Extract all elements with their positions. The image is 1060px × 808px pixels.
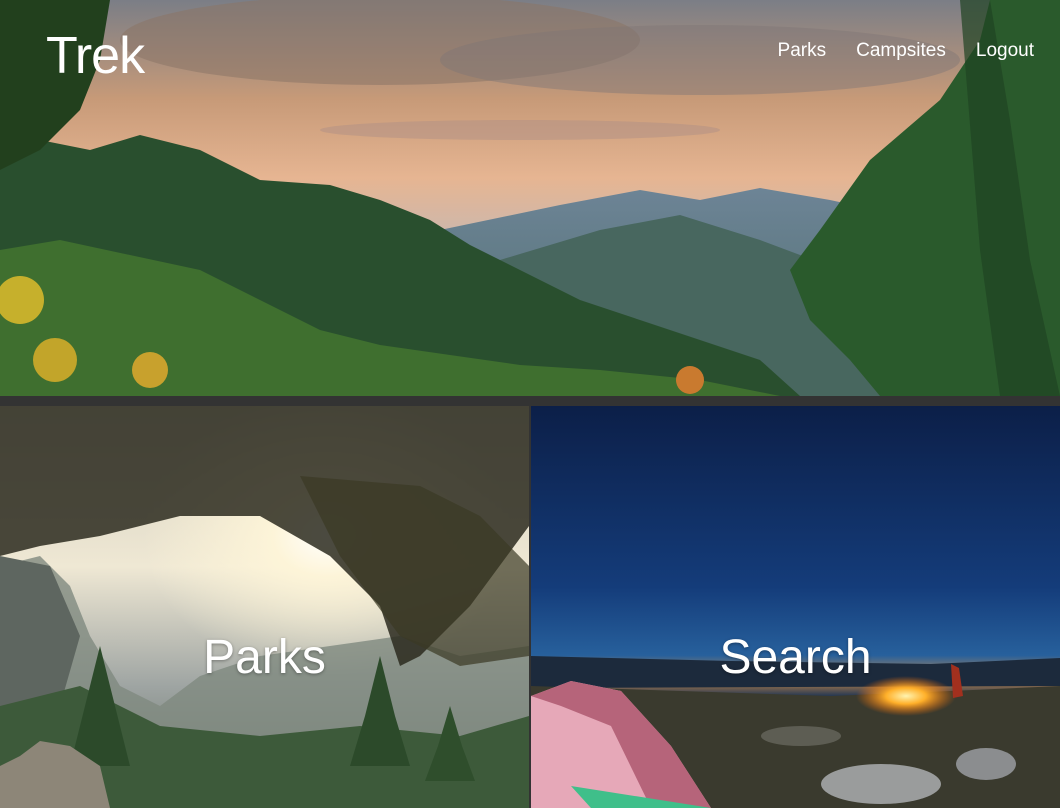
parks-tile[interactable]: Parks bbox=[0, 406, 529, 808]
nav-logout-link[interactable]: Logout bbox=[976, 40, 1034, 62]
search-tile-label: Search bbox=[719, 631, 872, 684]
parks-tile-image bbox=[0, 406, 529, 808]
main-nav: Parks Campsites Logout bbox=[778, 40, 1034, 62]
hero-banner: Trek Parks Campsites Logout bbox=[0, 0, 1060, 396]
nav-parks-link[interactable]: Parks bbox=[778, 40, 827, 62]
search-tile-image bbox=[531, 406, 1060, 808]
section-divider bbox=[0, 396, 1060, 406]
search-tile[interactable]: Search bbox=[531, 406, 1060, 808]
nav-campsites-link[interactable]: Campsites bbox=[856, 40, 946, 62]
parks-tile-label: Parks bbox=[203, 631, 326, 684]
logo[interactable]: Trek bbox=[46, 26, 145, 86]
